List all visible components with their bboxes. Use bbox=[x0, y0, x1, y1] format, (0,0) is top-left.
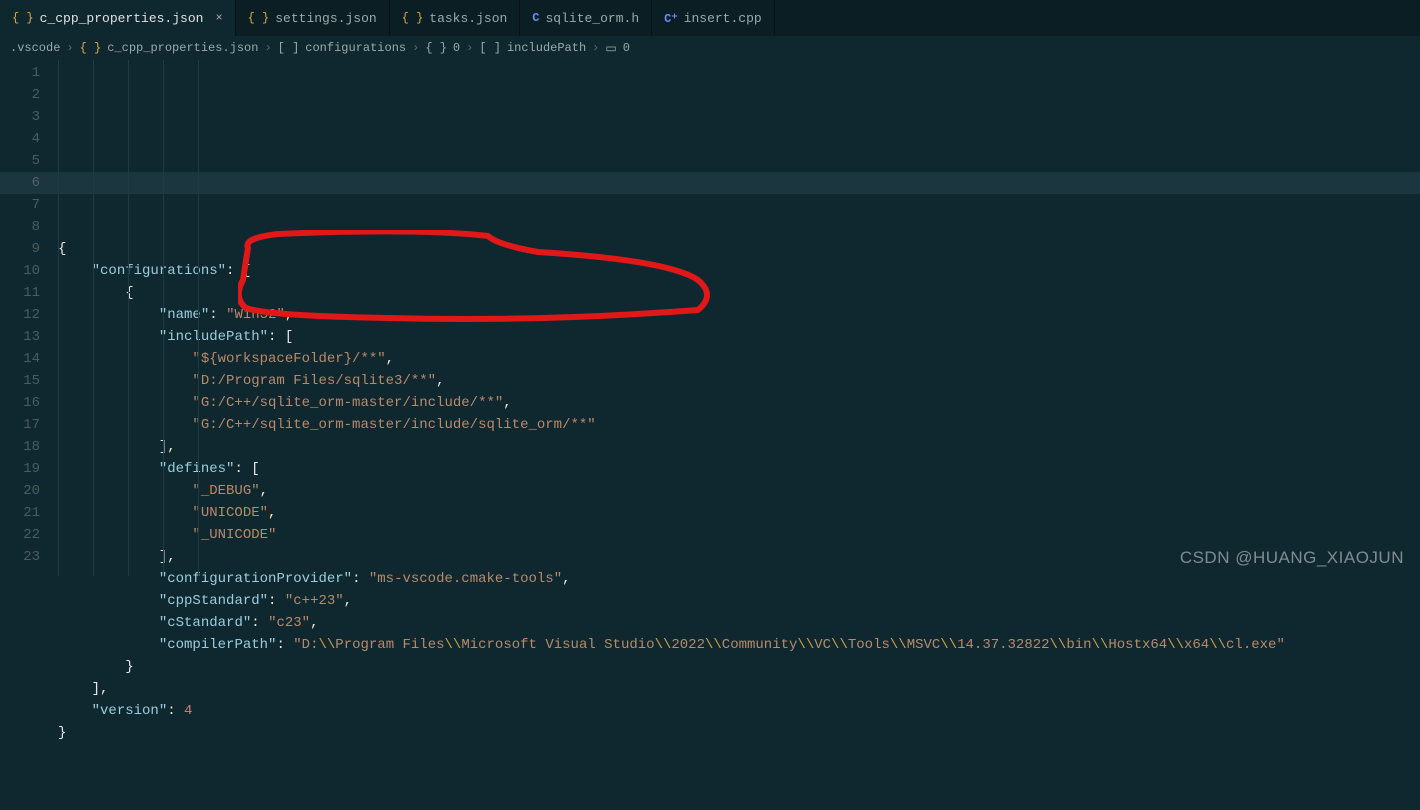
c-file-icon: C bbox=[532, 11, 539, 25]
tab-label: c_cpp_properties.json bbox=[40, 11, 204, 26]
active-line-highlight bbox=[0, 172, 1420, 194]
breadcrumb[interactable]: .vscode › { } c_cpp_properties.json › [ … bbox=[0, 36, 1420, 60]
tab-label: sqlite_orm.h bbox=[546, 11, 640, 26]
chevron-right-icon: › bbox=[66, 41, 73, 55]
breadcrumb-file: c_cpp_properties.json bbox=[107, 41, 258, 55]
chevron-right-icon: › bbox=[412, 41, 419, 55]
tab-label: settings.json bbox=[275, 11, 376, 26]
array-icon: [ ] bbox=[479, 41, 501, 55]
json-icon: { } bbox=[80, 41, 102, 55]
cpp-file-icon: C⁺ bbox=[664, 11, 678, 26]
json-icon: { } bbox=[12, 11, 34, 25]
close-icon[interactable]: × bbox=[215, 11, 222, 25]
tab-bar: { } c_cpp_properties.json × { } settings… bbox=[0, 0, 1420, 36]
tab-label: insert.cpp bbox=[684, 11, 762, 26]
watermark-text: CSDN @HUANG_XIAOJUN bbox=[1180, 548, 1404, 568]
line-number-gutter: 1234567891011121314151617181920212223 bbox=[0, 60, 58, 576]
breadcrumb-part: configurations bbox=[305, 41, 406, 55]
string-icon: ▭ bbox=[605, 41, 616, 56]
breadcrumb-folder: .vscode bbox=[10, 41, 60, 55]
breadcrumb-part: 0 bbox=[623, 41, 630, 55]
chevron-right-icon: › bbox=[592, 41, 599, 55]
tab-label: tasks.json bbox=[429, 11, 507, 26]
tab-tasks[interactable]: { } tasks.json bbox=[390, 0, 521, 36]
tab-settings[interactable]: { } settings.json bbox=[236, 0, 390, 36]
breadcrumb-part: 0 bbox=[453, 41, 460, 55]
chevron-right-icon: › bbox=[264, 41, 271, 55]
code-content[interactable]: { "configurations": [ { "name": "Win32",… bbox=[58, 60, 1420, 576]
json-icon: { } bbox=[402, 11, 424, 25]
tab-sqlite-orm-h[interactable]: C sqlite_orm.h bbox=[520, 0, 652, 36]
tab-c-cpp-properties[interactable]: { } c_cpp_properties.json × bbox=[0, 0, 236, 36]
breadcrumb-part: includePath bbox=[507, 41, 586, 55]
array-icon: [ ] bbox=[278, 41, 300, 55]
json-icon: { } bbox=[248, 11, 270, 25]
code-editor[interactable]: 1234567891011121314151617181920212223 { … bbox=[0, 60, 1420, 576]
tab-insert-cpp[interactable]: C⁺ insert.cpp bbox=[652, 0, 775, 36]
object-icon: { } bbox=[425, 41, 447, 55]
chevron-right-icon: › bbox=[466, 41, 473, 55]
